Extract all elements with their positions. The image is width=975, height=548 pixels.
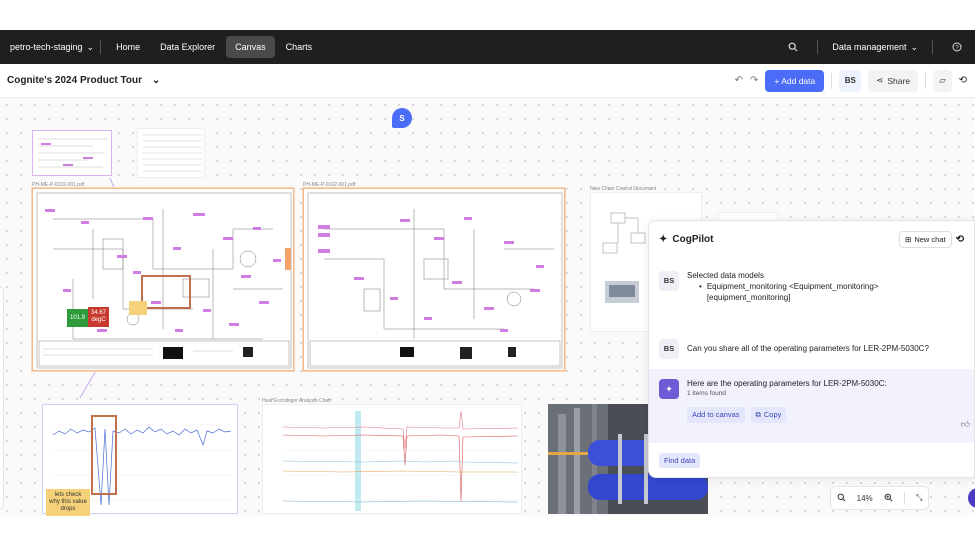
chevron-down-icon: ⌄ <box>152 75 161 86</box>
zoom-divider <box>903 492 905 504</box>
share-icon: ⋖ <box>876 75 884 85</box>
share-button[interactable]: ⋖ Share <box>868 69 919 92</box>
nav-home[interactable]: Home <box>107 36 149 58</box>
zoom-in-icon[interactable] <box>884 493 893 504</box>
fit-view-icon[interactable]: ⤡ <box>916 493 922 503</box>
chevron-down-icon: ⌄ <box>910 41 918 52</box>
new-chat-button[interactable]: ⊞ New chat <box>899 230 952 248</box>
annotation-note <box>129 301 147 315</box>
find-data-button[interactable]: Find data <box>659 453 701 468</box>
nav-divider <box>932 40 933 54</box>
cogpilot-avatar: ✦ <box>659 379 679 399</box>
assistant-message-body: ✦ Here are the operating parameters for … <box>659 379 969 423</box>
user-message: BS Can you share all of the operating pa… <box>659 339 969 359</box>
zoom-level: 14% <box>856 493 873 503</box>
nav-divider <box>817 40 819 54</box>
sticky-note[interactable]: lets check why this value drops <box>46 489 90 516</box>
assistant-message: ✦ Here are the operating parameters for … <box>649 369 974 443</box>
assistant-text: Here are the operating parameters for LE… <box>687 379 887 388</box>
live-value-red-unit: degC <box>91 317 106 323</box>
live-value-red-number: 34.67 <box>90 310 106 317</box>
comments-icon[interactable]: ▱ <box>933 69 952 92</box>
share-label: Share <box>887 75 911 86</box>
pid-diagram <box>307 192 563 369</box>
add-to-canvas-button[interactable]: Add to canvas <box>687 406 745 423</box>
message-bullet: Equipment_monitoring <Equipment_monitori… <box>706 281 879 302</box>
user-avatar: BS <box>659 339 679 359</box>
heat-exchanger-plot <box>282 410 519 511</box>
data-management-menu[interactable]: Data management ⌄ <box>832 42 918 53</box>
nav-canvas[interactable]: Canvas <box>226 36 275 58</box>
project-selector[interactable]: petro-tech-staging ⌄ <box>10 42 94 53</box>
zoom-controls: 14% ⤡ <box>830 486 929 510</box>
user-avatar[interactable]: BS <box>839 69 862 92</box>
zoom-out-icon[interactable] <box>837 493 846 504</box>
copy-button[interactable]: ⧉ Copy <box>750 406 787 423</box>
pid-document[interactable]: 101.9 34.67 degC <box>32 188 294 371</box>
heat-exchanger-chart[interactable] <box>262 404 522 514</box>
toolbar-divider <box>831 72 833 89</box>
canvas-title-selector[interactable]: Cognite's 2024 Product Tour ⌄ <box>7 75 160 86</box>
user-message: BS Selected data models • Equipment_moni… <box>659 271 959 303</box>
results-count: 1 items found <box>687 389 727 397</box>
user-avatar: BS <box>659 271 679 291</box>
nav-charts[interactable]: Charts <box>277 36 322 58</box>
search-icon[interactable] <box>783 37 803 57</box>
message-text: Selected data models <box>687 271 764 280</box>
highlighted-equipment[interactable] <box>141 275 191 309</box>
copy-icon: ⧉ <box>755 409 761 419</box>
nav-data-explorer[interactable]: Data Explorer <box>151 36 224 58</box>
history-icon[interactable]: ⟲ <box>956 234 964 245</box>
bullet-icon: • <box>699 281 702 291</box>
cogpilot-panel: ✦ CogPilot ⊞ New chat ⟲ BS Selected data… <box>648 220 975 478</box>
live-value-red[interactable]: 34.67 degC <box>88 307 109 327</box>
toolbar-divider <box>925 72 927 89</box>
connection-marker <box>285 248 291 270</box>
new-chat-icon: ⊞ <box>905 234 912 244</box>
help-icon[interactable]: ? <box>947 37 967 57</box>
canvas-app: petro-tech-staging ⌄ Home Data Explorer … <box>0 0 975 548</box>
top-navigation: petro-tech-staging ⌄ Home Data Explorer … <box>0 30 975 64</box>
side-panel-handle[interactable] <box>0 287 4 509</box>
history-icon[interactable]: ⟲ <box>959 75 967 86</box>
add-data-button[interactable]: + Add data <box>765 69 825 92</box>
anomaly-highlight[interactable] <box>91 415 117 495</box>
pid-document[interactable] <box>303 188 565 371</box>
sparkle-icon: ✦ <box>659 233 668 245</box>
live-value-green[interactable]: 101.9 <box>67 309 88 327</box>
project-name: petro-tech-staging <box>10 42 83 52</box>
message-bullet-row: • Equipment_monitoring <Equipment_monito… <box>687 282 917 304</box>
data-management-label: Data management <box>832 42 907 52</box>
cogpilot-title: CogPilot <box>672 233 714 245</box>
undo-icon[interactable]: ↶ <box>735 75 743 86</box>
redo-icon[interactable]: ↷ <box>750 75 758 86</box>
copy-label: Copy <box>763 409 782 419</box>
message-text: Can you share all of the operating param… <box>687 343 929 353</box>
new-chat-label: New chat <box>914 234 946 244</box>
nav-divider <box>100 40 102 54</box>
thumbs-up-icon[interactable]: 👍︎ <box>961 419 970 430</box>
cogpilot-header: ✦ CogPilot ⊞ New chat ⟲ <box>649 221 974 257</box>
assistant-actions: Add to canvas ⧉ Copy <box>687 406 887 423</box>
canvas-toolbar: Cognite's 2024 Product Tour ⌄ ↶ ↷ + Add … <box>0 64 975 98</box>
canvas-title: Cognite's 2024 Product Tour <box>7 75 142 86</box>
chevron-down-icon: ⌄ <box>86 41 95 52</box>
